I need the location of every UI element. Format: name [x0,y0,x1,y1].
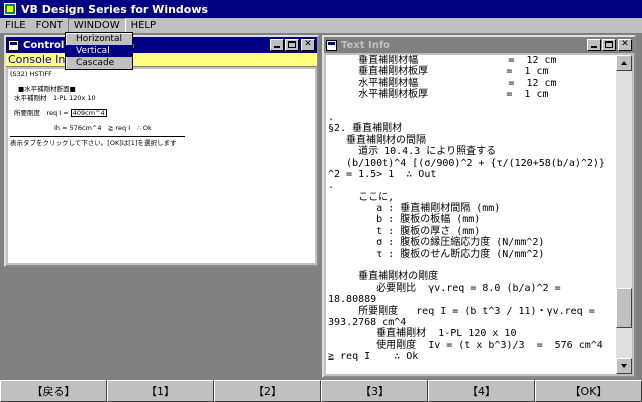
text-line: b : 腹板の板幅 (mm) [328,214,481,226]
close-icon: ✕ [621,39,629,49]
arrow-down-icon [621,364,627,368]
arrow-up-icon [621,61,627,65]
calculation-text: 垂直補剛材幅 = 12 cm 垂直補剛材板厚 = 1 cm 水平補剛材幅 = 1… [326,55,616,374]
text-line [328,101,616,112]
text-line: . [328,111,335,123]
minimize-button[interactable] [270,39,284,51]
f3-button[interactable]: 【3】 [321,380,428,402]
text-line: ≧ req I ∴ Ok [328,351,419,363]
required-stiffness-row: 所要剛度 req I = 409cm^4 [10,109,313,118]
text-line: 18.80889 [328,294,377,306]
text-line: 垂直補剛材幅 = 12 cm [328,55,557,66]
maximize-icon [288,41,296,48]
minimize-icon [591,46,597,48]
required-stiffness-label: 所要剛度 req I = [14,109,71,117]
text-line: t : 腹板の厚さ (mm) [328,225,481,237]
text-info-window: Text Info ✕ 垂直補剛材幅 = 12 cm 垂直補剛材板厚 = 1 c… [322,35,636,378]
text-line: 垂直補剛材の間隔 [328,134,427,146]
close-icon: ✕ [304,39,312,49]
text-line: 道示 10.4.3 により照査する [328,146,497,158]
text-line: a : 垂直補剛材間隔 (mm) [328,203,501,215]
minimize-icon [274,46,280,48]
text-line: . [328,180,335,192]
text-line: τ : 腹板のせん断応力度 (N/mm^2) [328,248,545,260]
member-spec: 水平補剛材 1-PL 120x 10 [14,94,96,102]
vertical-scrollbar[interactable] [616,55,632,374]
window-dropdown-menu: Horizontal Vertical Cascade [65,32,133,70]
instruction-text: 表示タブをクリックして下さい。[OK]は[1]を選択します [10,139,177,147]
f1-button[interactable]: 【1】 [107,380,214,402]
menu-font[interactable]: FONT [31,18,68,33]
menu-option-horizontal[interactable]: Horizontal [66,33,132,45]
section-title: ■水平補剛材断面■ [18,85,76,93]
text-line: σ : 腹板の縁圧縮応力度 (N/mm^2) [328,237,545,249]
scroll-up-button[interactable] [616,55,632,71]
close-button[interactable]: ✕ [618,39,632,51]
scroll-thumb[interactable] [616,288,632,328]
window-icon[interactable] [8,39,19,51]
text-line: 水平補剛材板厚 = 1 cm [328,89,549,101]
function-key-bar: 【戻る】 【1】 【2】 【3】 【4】 【OK】 [0,380,642,402]
text-line: 393.2768 cm^4 [328,316,407,328]
required-stiffness-value[interactable]: 409cm^4 [70,109,107,117]
control-info-title: Control Information [23,39,134,51]
text-info-body: 垂直補剛材幅 = 12 cm 垂直補剛材板厚 = 1 cm 水平補剛材幅 = 1… [326,55,632,374]
divider [10,136,185,137]
text-info-titlebar[interactable]: Text Info ✕ [324,37,634,53]
app-title: VB Design Series for Windows [21,2,209,16]
console-input-label: Console Input [6,53,317,67]
close-button[interactable]: ✕ [301,39,315,51]
text-line: 垂直補剛材の剛度 [328,271,439,283]
menu-bar: FILE FONT WINDOW HELP [0,18,642,33]
menu-help[interactable]: HELP [126,18,161,33]
minimize-button[interactable] [587,39,601,51]
menu-option-cascade[interactable]: Cascade [66,57,132,69]
f2-button[interactable]: 【2】 [214,380,321,402]
text-line: 垂直補剛材 1-PL 120 x 10 [328,328,517,340]
text-line: 垂直補剛材板厚 = 1 cm [328,66,549,78]
control-info-window: Control Information ✕ Console Input (S32… [4,35,319,267]
control-info-titlebar[interactable]: Control Information ✕ [6,37,317,53]
text-line: (b/100t)^4 [(σ/900)^2 + {τ/(120+58(b/a)^… [328,157,605,169]
text-line: 使用剛度 Iv = (t x b^3)/3 = 576 cm^4 [328,339,603,351]
text-line: 水平補剛材幅 = 12 cm [328,77,557,89]
text-line: ^2 = 1.5> 1 ∴ Out [328,168,437,180]
f4-button[interactable]: 【4】 [428,380,535,402]
app-title-bar: VB Design Series for Windows [0,0,642,18]
control-info-content: (S32) HSTIFF ■水平補剛材断面■ 水平補剛材 1-PL 120x 1… [8,69,315,263]
menu-file[interactable]: FILE [0,18,31,33]
content-header: (S32) HSTIFF [10,70,52,78]
stiffness-check: Ih = 576cm^4 ≧ req I ∴ Ok [54,124,152,132]
window-icon[interactable] [326,39,337,51]
maximize-button[interactable] [602,39,616,51]
app-icon[interactable] [4,3,16,15]
menu-window[interactable]: WINDOW [67,18,126,33]
back-button[interactable]: 【戻る】 [0,380,107,402]
scroll-down-button[interactable] [616,358,632,374]
ok-button[interactable]: 【OK】 [535,380,642,402]
text-info-title: Text Info [341,39,391,51]
text-line: §2. 垂直補剛材 [328,123,403,135]
menu-option-vertical[interactable]: Vertical [66,45,132,57]
text-line: 所要剛度 req I = (b t^3 / 11)・γv.req = [328,305,595,317]
maximize-icon [605,41,613,48]
text-line [328,260,616,271]
text-line: 必要剛比 γv.req = 8.0 (b/a)^2 = [328,282,561,294]
maximize-button[interactable] [285,39,299,51]
text-line: ここに, [328,191,395,203]
